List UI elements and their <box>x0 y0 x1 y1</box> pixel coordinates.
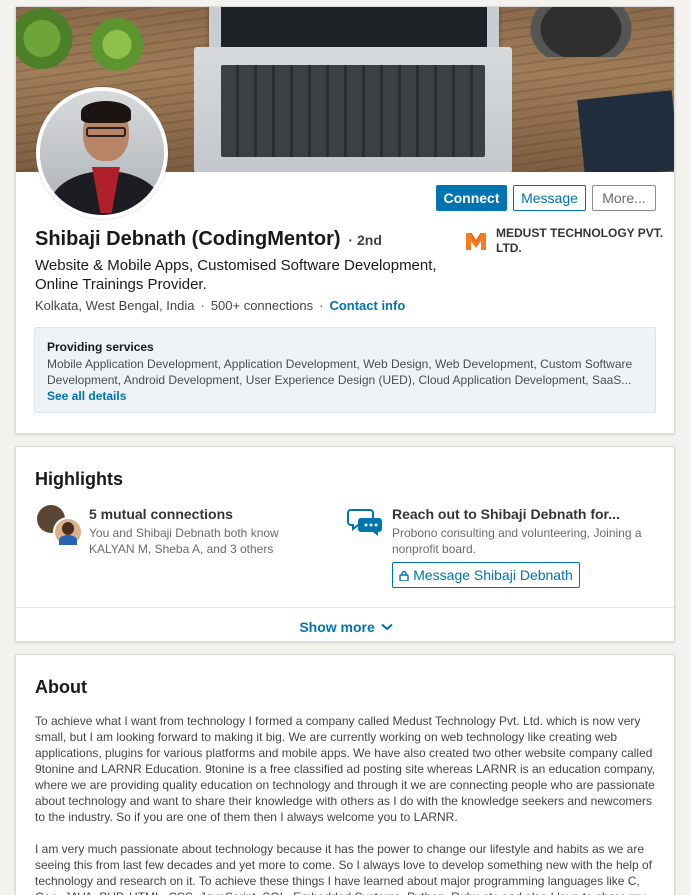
chevron-down-icon <box>381 623 393 631</box>
about-title: About <box>35 677 87 697</box>
plant-decoration <box>16 7 90 77</box>
more-actions-button[interactable]: More... <box>592 185 656 211</box>
message-button[interactable]: Message <box>513 185 586 211</box>
cup-decoration <box>526 7 636 57</box>
about-paragraph: I am very much passionate about technolo… <box>35 842 652 895</box>
reach-out-subtitle: Probono consulting and volunteering, Joi… <box>392 526 642 556</box>
contact-info-link[interactable]: Contact info <box>329 298 405 313</box>
notebook-decoration <box>577 90 674 172</box>
chat-bubbles-icon <box>347 509 382 536</box>
connections-count[interactable]: 500+ connections <box>211 298 313 313</box>
message-shibaji-button[interactable]: Message Shibaji Debnath <box>392 562 580 588</box>
profile-name: Shibaji Debnath (CodingMentor) <box>35 228 341 250</box>
profile-top-card: Connect Message More... Shibaji Debnath … <box>15 6 675 434</box>
mutual-connections-subtitle: You and Shibaji Debnath both know KALYAN… <box>89 526 279 556</box>
highlights-card: Highlights 5 mutual connections You and … <box>15 446 675 642</box>
divider <box>16 607 674 608</box>
mutual-connections-avatars[interactable] <box>37 505 83 547</box>
message-shibaji-label: Message Shibaji Debnath <box>413 567 573 583</box>
avatar <box>53 517 83 547</box>
services-title: Providing services <box>47 340 154 354</box>
see-all-details-link[interactable]: See all details <box>47 389 643 404</box>
current-company-link[interactable]: MEDUST TECHNOLOGY PVT. LTD. <box>496 226 666 256</box>
keyboard-decoration <box>221 65 485 157</box>
services-list: Mobile Application Development, Applicat… <box>47 357 633 387</box>
connection-degree: · 2nd <box>348 232 382 248</box>
about-text: To achieve what I want from technology I… <box>35 713 660 895</box>
reach-out-title: Reach out to Shibaji Debnath for... <box>392 506 620 522</box>
connect-button[interactable]: Connect <box>436 185 507 211</box>
plant-decoration <box>82 13 152 83</box>
show-more-button[interactable]: Show more <box>16 619 674 635</box>
highlights-title: Highlights <box>35 469 123 489</box>
profile-photo[interactable] <box>36 87 168 219</box>
reach-out-item: Reach out to Shibaji Debnath for... Prob… <box>392 505 642 557</box>
about-paragraph: To achieve what I want from technology I… <box>35 714 656 824</box>
profile-name-heading: Shibaji Debnath (CodingMentor) · 2nd <box>35 228 382 251</box>
profile-headline: Website & Mobile Apps, Customised Softwa… <box>35 257 437 293</box>
medust-logo-icon[interactable] <box>465 231 487 251</box>
about-card: About To achieve what I want from techno… <box>15 654 675 895</box>
location-text: Kolkata, West Bengal, India <box>35 298 195 313</box>
mutual-connections-item[interactable]: 5 mutual connections You and Shibaji Deb… <box>89 505 324 557</box>
lock-icon <box>399 570 409 581</box>
mutual-connections-title[interactable]: 5 mutual connections <box>89 505 324 523</box>
location-line: Kolkata, West Bengal, India · 500+ connect… <box>35 298 406 313</box>
providing-services-box[interactable]: Providing services Mobile Application De… <box>34 327 656 413</box>
